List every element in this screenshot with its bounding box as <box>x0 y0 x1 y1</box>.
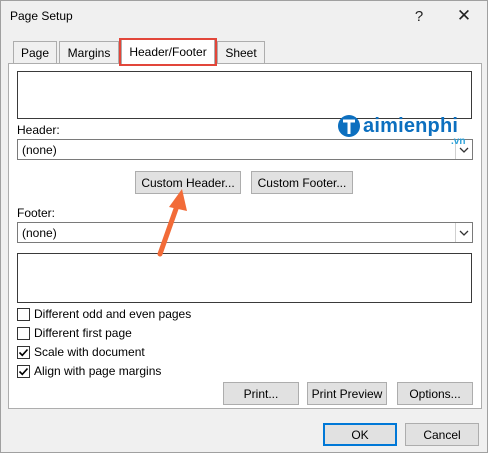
header-dropdown-value: (none) <box>22 142 57 157</box>
tab-page[interactable]: Page <box>13 41 57 63</box>
cancel-label: Cancel <box>423 427 461 442</box>
chevron-down-icon[interactable] <box>455 223 472 242</box>
options-button[interactable]: Options... <box>397 382 473 405</box>
checkbox-first-page[interactable] <box>17 326 30 340</box>
logo-mark-icon <box>338 115 360 137</box>
tab-sheet[interactable]: Sheet <box>217 41 265 63</box>
footer-preview <box>17 253 472 303</box>
tab-header-footer[interactable]: Header/Footer <box>121 39 215 64</box>
help-button[interactable]: ? <box>405 4 433 28</box>
help-icon: ? <box>414 7 424 25</box>
title-bar: Page Setup ? ✕ <box>1 1 487 31</box>
header-preview <box>17 71 472 119</box>
footer-label: Footer: <box>17 206 56 220</box>
option-scale-label: Scale with document <box>34 345 145 359</box>
cancel-button[interactable]: Cancel <box>405 423 479 446</box>
tab-sheet-label: Sheet <box>225 45 257 60</box>
close-icon: ✕ <box>456 6 472 25</box>
custom-header-button[interactable]: Custom Header... <box>135 171 241 194</box>
footer-dropdown[interactable]: (none) <box>17 222 473 243</box>
taimienphi-logo: aimienphi .vn <box>337 113 465 147</box>
header-dropdown[interactable]: (none) <box>17 139 473 160</box>
option-odd-even[interactable]: Different odd and even pages <box>17 306 191 322</box>
tab-margins-label: Margins <box>67 45 111 60</box>
tab-margins[interactable]: Margins <box>59 41 119 63</box>
ok-label: OK <box>351 427 369 442</box>
header-label: Header: <box>17 123 60 137</box>
custom-footer-label: Custom Footer... <box>257 175 347 190</box>
checkbox-scale[interactable] <box>17 345 30 359</box>
page-setup-dialog: Page Setup ? ✕ Page Margins Header/Foote… <box>0 0 488 453</box>
option-odd-even-label: Different odd and even pages <box>34 307 192 321</box>
logo-text: aimienphi <box>363 115 459 137</box>
checkbox-align-margins[interactable] <box>17 364 30 378</box>
window-title: Page Setup <box>10 9 73 23</box>
option-align-margins-label: Align with page margins <box>34 364 162 378</box>
checkmark-icon <box>18 348 29 356</box>
print-button[interactable]: Print... <box>223 382 299 405</box>
print-preview-label: Print Preview <box>311 386 383 401</box>
checkbox-odd-even[interactable] <box>17 307 30 321</box>
tab-page-label: Page <box>20 45 50 60</box>
option-first-page[interactable]: Different first page <box>17 325 132 341</box>
print-label: Print... <box>243 386 279 401</box>
options-label: Options... <box>409 386 461 401</box>
option-first-page-label: Different first page <box>34 326 132 340</box>
logo-suffix: .vn <box>451 136 466 147</box>
checkmark-icon <box>18 367 29 375</box>
ok-button[interactable]: OK <box>323 423 397 446</box>
custom-footer-button[interactable]: Custom Footer... <box>251 171 353 194</box>
close-button[interactable]: ✕ <box>449 4 479 28</box>
footer-dropdown-value: (none) <box>22 225 57 240</box>
option-scale[interactable]: Scale with document <box>17 344 145 360</box>
print-preview-button[interactable]: Print Preview <box>307 382 387 405</box>
custom-header-label: Custom Header... <box>141 175 235 190</box>
option-align-margins[interactable]: Align with page margins <box>17 363 161 379</box>
tab-header-footer-label: Header/Footer <box>129 45 207 59</box>
